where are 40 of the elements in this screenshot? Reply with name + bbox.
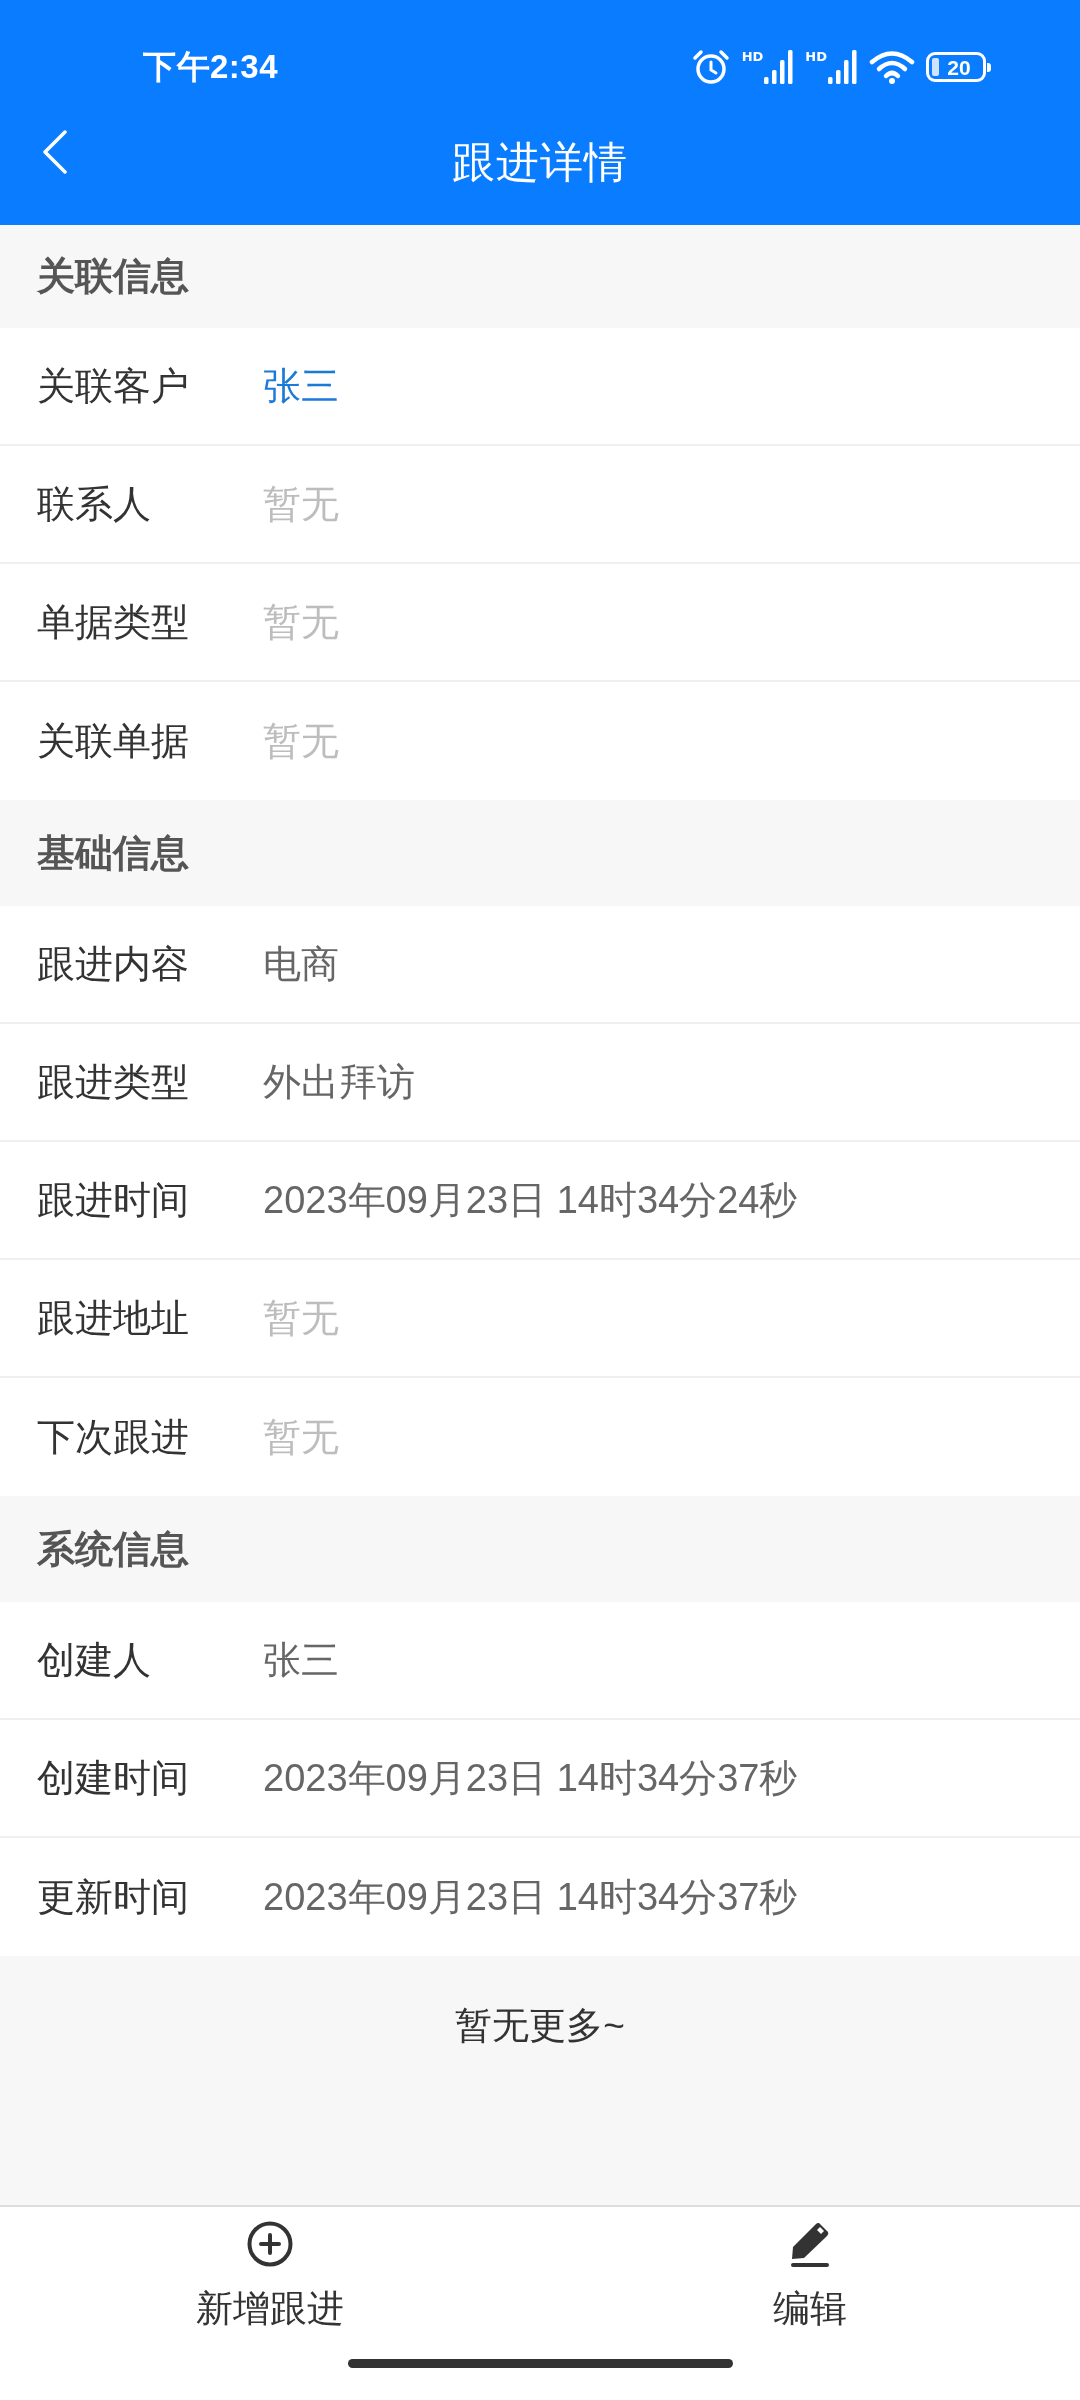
field-label: 跟进内容 [37, 941, 190, 987]
empty-value: 暂无 [263, 599, 339, 645]
edit-button[interactable]: 编辑 [540, 2207, 1080, 2331]
empty-value: 暂无 [263, 481, 339, 527]
field-value: 张三 [263, 1637, 339, 1683]
field-value: 2023年09月23日 14时34分37秒 [263, 1755, 798, 1801]
empty-value: 暂无 [263, 1295, 339, 1341]
empty-value: 暂无 [263, 718, 339, 764]
battery-charge-icon [932, 58, 939, 76]
signal-icon [764, 50, 795, 84]
field-label: 单据类型 [37, 599, 190, 645]
add-button[interactable]: 新增跟进 [0, 2207, 540, 2331]
field-value: 2023年09月23日 14时34分24秒 [263, 1177, 798, 1223]
field-value: 电商 [263, 941, 339, 987]
wifi-icon [869, 50, 915, 84]
field-label: 下次跟进 [37, 1414, 190, 1460]
field-label: 创建时间 [37, 1755, 190, 1801]
battery-percent: 20 [947, 56, 971, 78]
empty-value: 暂无 [263, 1414, 339, 1460]
field-label: 创建人 [37, 1637, 152, 1683]
status-time: 下午2:34 [143, 46, 279, 87]
plus-circle-icon [247, 2221, 293, 2267]
back-chevron-icon [42, 130, 68, 174]
alarm-clock-icon [690, 49, 731, 85]
field-label: 关联客户 [37, 363, 190, 409]
field-value: 外出拜访 [263, 1059, 415, 1105]
field-label: 更新时间 [37, 1874, 190, 1920]
pencil-icon [790, 2221, 830, 2267]
field-label: 联系人 [37, 481, 152, 527]
network-type-label: HD [805, 50, 827, 63]
value-link[interactable]: 张三 [263, 360, 339, 412]
end-of-list-text: 暂无更多~ [455, 2004, 625, 2048]
field-label: 跟进时间 [37, 1177, 190, 1223]
signal-icon [828, 50, 858, 84]
field-label: 跟进地址 [37, 1295, 190, 1341]
network-type-label: HD [741, 50, 764, 63]
page-title: 跟进详情 [452, 136, 628, 188]
field-label: 跟进类型 [37, 1059, 190, 1105]
field-value: 2023年09月23日 14时34分37秒 [263, 1874, 798, 1920]
field-label: 关联单据 [37, 718, 190, 764]
